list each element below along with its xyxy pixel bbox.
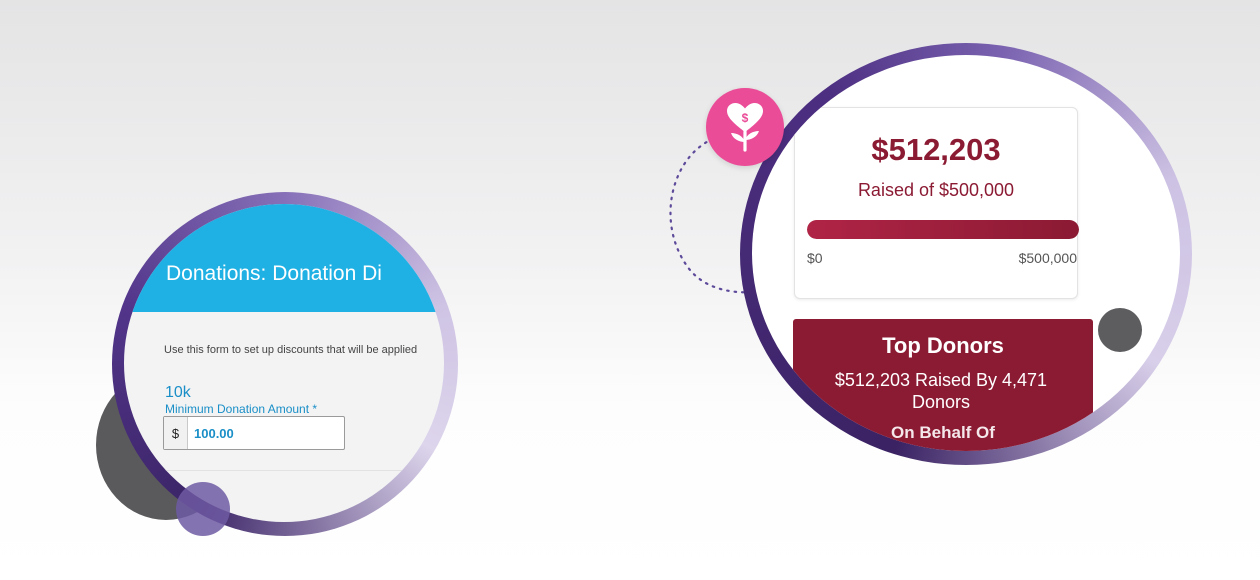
top-donors-partial-line: On Behalf Of bbox=[891, 423, 995, 442]
form-description: Use this form to set up discounts that w… bbox=[164, 344, 418, 356]
svg-text:$: $ bbox=[742, 111, 749, 125]
decorative-dark-dot bbox=[1098, 308, 1142, 352]
decorative-purple-dot bbox=[176, 482, 230, 536]
form-divider bbox=[124, 470, 444, 471]
currency-prefix: $ bbox=[164, 417, 188, 449]
raised-goal-text: Raised of $500,000 bbox=[857, 180, 1015, 200]
heart-dollar-badge: $ bbox=[706, 88, 784, 166]
progress-scale-min: $0 bbox=[807, 250, 823, 266]
progress-bar bbox=[807, 220, 1079, 239]
minimum-donation-input[interactable]: $ 100.00 bbox=[163, 416, 345, 450]
minimum-donation-label: Minimum Donation Amount * bbox=[165, 402, 318, 416]
field-value-display: 10k bbox=[165, 384, 191, 401]
top-donors-title: Top Donors bbox=[882, 333, 1004, 358]
fundraising-progress-card: $512,203 Raised of $500,000 $0 $500,000 bbox=[794, 107, 1079, 299]
form-header-bar: Donations: Donation Di bbox=[124, 204, 444, 312]
minimum-donation-value[interactable]: 100.00 bbox=[188, 426, 234, 441]
top-donors-panel: Top Donors $512,203 Raised By 4,471 Dono… bbox=[793, 319, 1093, 451]
top-donors-summary: $512,203 Raised By 4,471 Donors bbox=[834, 370, 1048, 412]
raised-amount: $512,203 bbox=[871, 132, 1001, 167]
page-title: Donations: Donation Di bbox=[166, 262, 382, 285]
magnifier-lens-campaign: $512,203 Raised of $500,000 $0 $500,000 … bbox=[752, 55, 1180, 451]
progress-bar-fill bbox=[807, 220, 1079, 239]
progress-scale-max: $500,000 bbox=[1018, 250, 1077, 266]
magnifier-lens-form: Donations: Donation Di Use this form to … bbox=[124, 204, 444, 522]
heart-dollar-sprout-icon: $ bbox=[727, 103, 763, 152]
magnifier-ring-campaign: $512,203 Raised of $500,000 $0 $500,000 … bbox=[740, 43, 1192, 465]
magnifier-ring-form: Donations: Donation Di Use this form to … bbox=[112, 192, 458, 536]
